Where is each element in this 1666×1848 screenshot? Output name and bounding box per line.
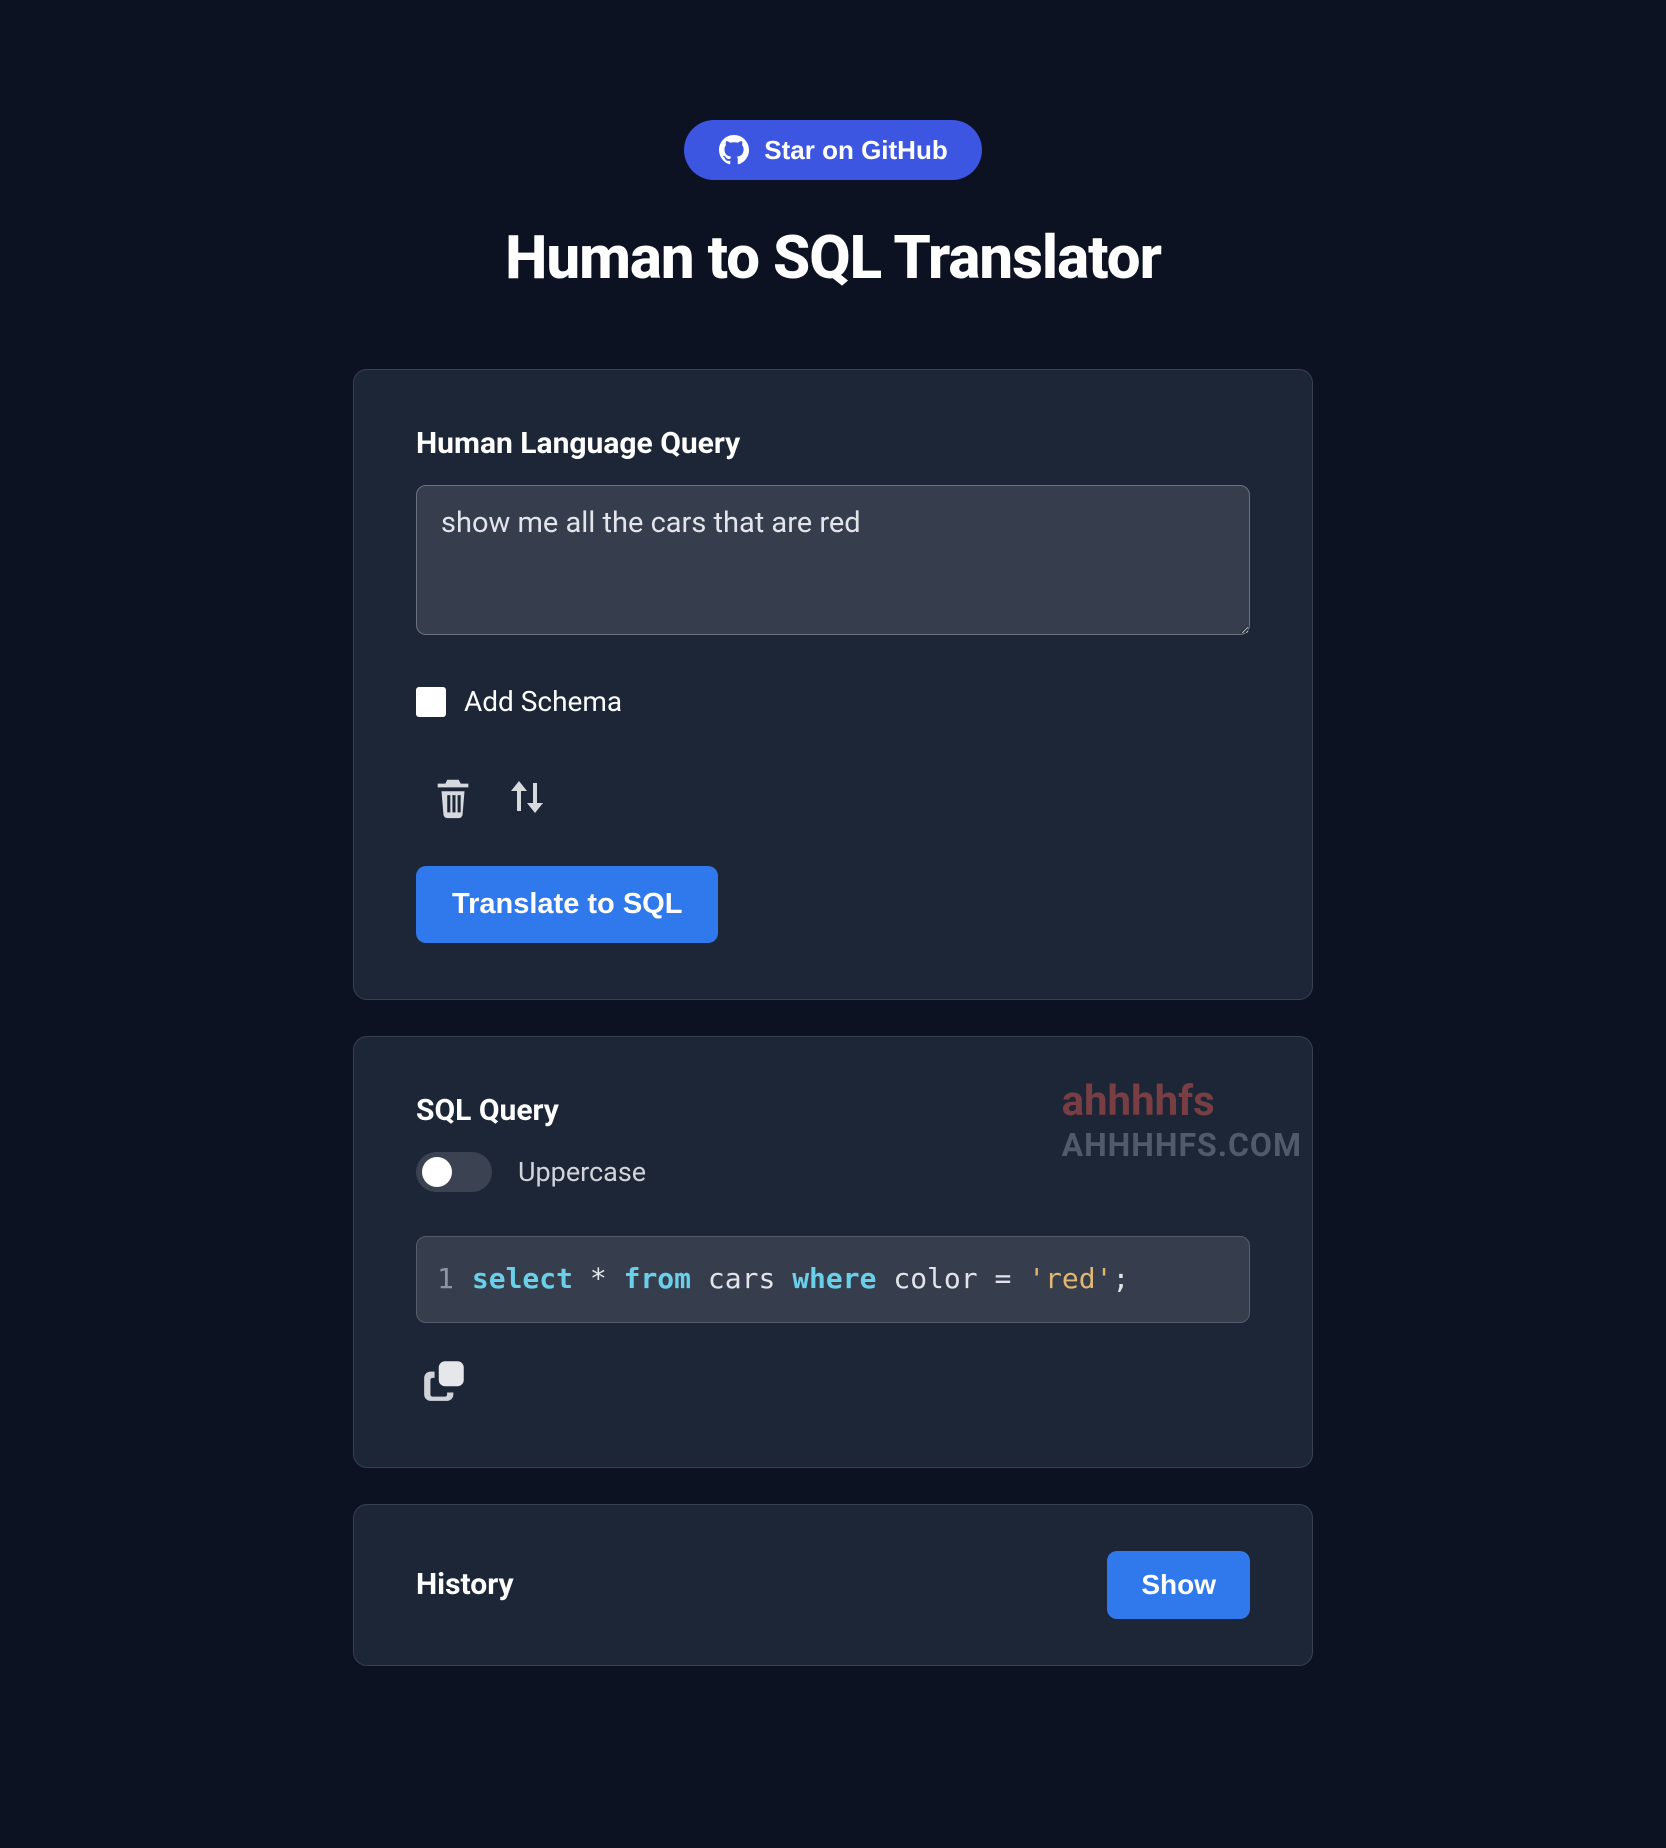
sort-icon xyxy=(503,771,551,826)
history-label: History xyxy=(416,1567,514,1602)
copy-icon xyxy=(420,1355,470,1408)
star-github-button[interactable]: Star on GitHub xyxy=(684,120,981,180)
line-number: 1 xyxy=(437,1262,454,1295)
sql-code: select * from cars where color = 'red'; xyxy=(472,1262,1130,1295)
github-button-label: Star on GitHub xyxy=(764,135,947,166)
schema-checkbox-row: Add Schema xyxy=(416,685,1250,718)
trash-icon xyxy=(430,771,476,826)
uppercase-toggle[interactable] xyxy=(416,1152,492,1192)
output-label: SQL Query xyxy=(416,1093,1250,1128)
app-container: Star on GitHub Human to SQL Translator H… xyxy=(318,120,1348,1666)
sql-output: 1 select * from cars where color = 'red'; xyxy=(416,1236,1250,1323)
schema-checkbox-label: Add Schema xyxy=(464,685,622,718)
schema-checkbox[interactable] xyxy=(416,687,446,717)
clear-button[interactable] xyxy=(428,770,478,826)
output-card: SQL Query Uppercase 1 select * from cars … xyxy=(353,1036,1313,1468)
input-label: Human Language Query xyxy=(416,426,1250,461)
human-query-input[interactable] xyxy=(416,485,1250,635)
icon-row xyxy=(428,770,1250,826)
history-card: History Show xyxy=(353,1504,1313,1666)
input-card: Human Language Query Add Schema xyxy=(353,369,1313,1000)
uppercase-toggle-row: Uppercase xyxy=(416,1152,1250,1192)
github-icon xyxy=(718,134,750,166)
swap-button[interactable] xyxy=(502,770,552,826)
uppercase-toggle-label: Uppercase xyxy=(518,1156,646,1188)
copy-button[interactable] xyxy=(416,1353,474,1411)
history-show-button[interactable]: Show xyxy=(1107,1551,1250,1619)
toggle-knob xyxy=(422,1157,452,1187)
translate-button[interactable]: Translate to SQL xyxy=(416,866,718,943)
page-title: Human to SQL Translator xyxy=(505,222,1161,293)
